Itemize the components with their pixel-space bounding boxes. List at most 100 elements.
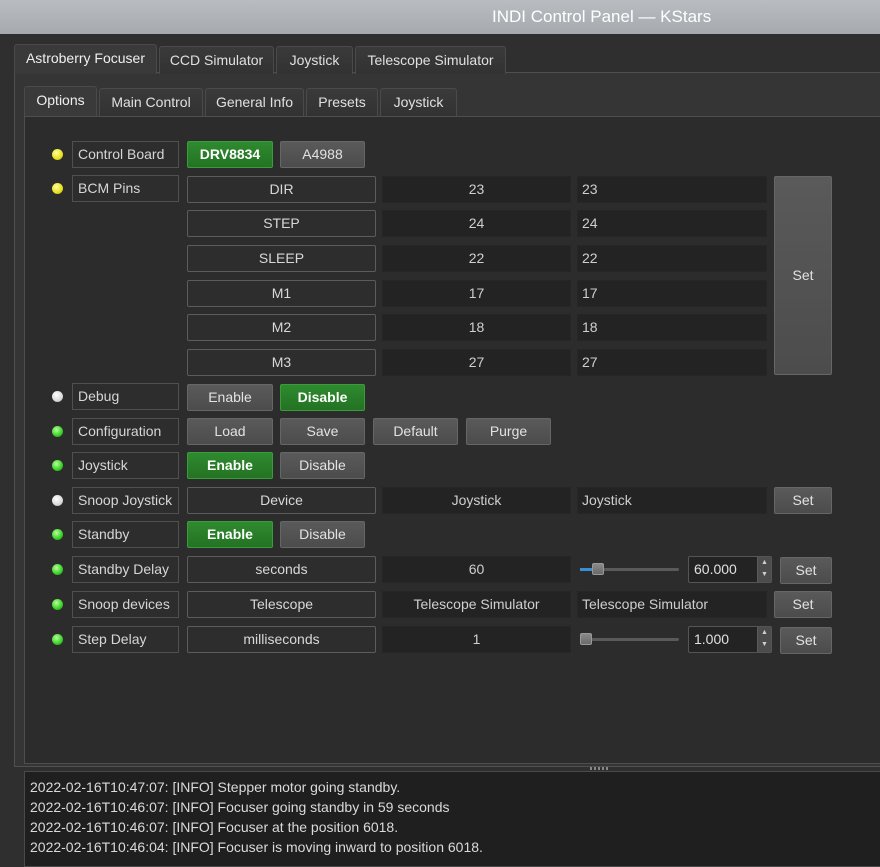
config-purge-button[interactable]: Purge	[466, 418, 551, 445]
drv8834-button[interactable]: DRV8834	[187, 141, 273, 168]
slider-handle[interactable]	[592, 563, 604, 575]
tab-label: Presets	[318, 94, 366, 110]
element-current-value: 1	[382, 626, 571, 653]
standby-delay-spinbox[interactable]: 60.000 ▲ ▼	[688, 556, 772, 583]
step-delay-set-button[interactable]: Set	[780, 627, 832, 654]
element-current-value: Joystick	[382, 487, 571, 514]
property-label: Standby Delay	[72, 556, 179, 583]
tab-label: Telescope Simulator	[367, 52, 494, 68]
status-led	[52, 460, 63, 471]
property-label: Debug	[72, 383, 179, 410]
config-default-button[interactable]: Default	[373, 418, 458, 445]
tab-label: Joystick	[393, 94, 444, 110]
log-line: 2022-02-16T10:46:07: [INFO] Focuser goin…	[30, 799, 450, 815]
property-label: Step Delay	[72, 626, 179, 653]
pin-name: STEP	[187, 210, 376, 237]
pin-current-value: 18	[382, 314, 571, 341]
tab-telescope-simulator[interactable]: Telescope Simulator	[355, 46, 506, 74]
snoop-devices-set-button[interactable]: Set	[774, 591, 832, 618]
splitter-handle[interactable]	[590, 767, 610, 770]
snoop-joystick-input[interactable]: Joystick	[577, 487, 767, 514]
status-led	[52, 599, 63, 610]
pin-name: DIR	[187, 176, 376, 203]
tab-main-control[interactable]: Main Control	[99, 88, 203, 116]
tab-label: Main Control	[111, 94, 191, 110]
pin-name: M1	[187, 280, 376, 307]
spinbox-arrows[interactable]: ▲ ▼	[757, 627, 771, 652]
slider-handle[interactable]	[580, 633, 592, 645]
window-title: INDI Control Panel — KStars	[492, 7, 712, 26]
pin-name: M3	[187, 349, 376, 376]
tab-label: Options	[36, 92, 85, 108]
property-label: Joystick	[72, 452, 179, 479]
property-label: Standby	[72, 521, 179, 548]
tab-label: CCD Simulator	[169, 52, 264, 68]
property-label: Control Board	[72, 141, 179, 168]
property-label: Configuration	[72, 418, 179, 445]
step-delay-spinbox[interactable]: 1.000 ▲ ▼	[688, 626, 772, 653]
log-line: 2022-02-16T10:46:07: [INFO] Focuser at t…	[30, 819, 399, 835]
status-led	[52, 495, 63, 506]
joystick-enable-button[interactable]: Enable	[187, 452, 273, 479]
a4988-button[interactable]: A4988	[280, 141, 365, 168]
tab-ccd-simulator[interactable]: CCD Simulator	[159, 46, 274, 74]
bcm-pins-set-button[interactable]: Set	[774, 176, 832, 375]
pin-input-field[interactable]: 22	[577, 245, 767, 272]
message-log[interactable]: 2022-02-16T10:47:07: [INFO] Stepper moto…	[24, 771, 880, 867]
spin-up-icon[interactable]: ▲	[758, 557, 771, 569]
standby-delay-set-button[interactable]: Set	[780, 557, 832, 584]
pin-name: M2	[187, 314, 376, 341]
config-save-button[interactable]: Save	[280, 418, 365, 445]
status-led	[52, 634, 63, 645]
snoop-devices-input[interactable]: Telescope Simulator	[577, 591, 767, 618]
status-led	[52, 529, 63, 540]
pin-input-field[interactable]: 18	[577, 314, 767, 341]
tab-label: Astroberry Focuser	[25, 50, 146, 66]
tab-label: Joystick	[289, 52, 340, 68]
tab-label: General Info	[215, 94, 294, 110]
spinbox-arrows[interactable]: ▲ ▼	[757, 557, 771, 582]
spin-down-icon[interactable]: ▼	[758, 569, 771, 581]
pin-current-value: 24	[382, 210, 571, 237]
joystick-disable-button[interactable]: Disable	[280, 452, 365, 479]
property-label: Snoop Joystick	[72, 487, 179, 514]
window-titlebar[interactable]: INDI Control Panel — KStars	[0, 0, 880, 34]
step-delay-slider[interactable]	[580, 638, 679, 641]
pin-input-field[interactable]: 23	[577, 176, 767, 203]
element-name: milliseconds	[187, 626, 376, 653]
element-current-value: Telescope Simulator	[382, 591, 571, 618]
element-name: Device	[187, 487, 376, 514]
spinbox-value: 60.000	[694, 561, 737, 577]
pin-current-value: 22	[382, 245, 571, 272]
property-label: BCM Pins	[72, 175, 179, 202]
debug-disable-button[interactable]: Disable	[280, 384, 365, 411]
status-led	[52, 426, 63, 437]
tab-joystick-group[interactable]: Joystick	[380, 88, 457, 116]
status-led	[52, 149, 63, 160]
snoop-joystick-set-button[interactable]: Set	[774, 487, 832, 514]
element-name: seconds	[187, 556, 376, 583]
pin-input-field[interactable]: 27	[577, 349, 767, 376]
standby-enable-button[interactable]: Enable	[187, 521, 273, 548]
tab-astroberry-focuser[interactable]: Astroberry Focuser	[14, 44, 157, 74]
status-led	[52, 183, 63, 194]
spinbox-value: 1.000	[694, 631, 730, 647]
pin-input-field[interactable]: 24	[577, 210, 767, 237]
status-led	[52, 391, 63, 402]
spin-down-icon[interactable]: ▼	[758, 639, 771, 651]
standby-disable-button[interactable]: Disable	[280, 521, 365, 548]
status-led	[52, 564, 63, 575]
element-name: Telescope	[187, 591, 376, 618]
tab-joystick-device[interactable]: Joystick	[276, 46, 353, 74]
tab-general-info[interactable]: General Info	[205, 88, 304, 116]
config-load-button[interactable]: Load	[187, 418, 273, 445]
debug-enable-button[interactable]: Enable	[187, 384, 273, 411]
pin-current-value: 17	[382, 280, 571, 307]
pin-current-value: 23	[382, 176, 571, 203]
pin-input-field[interactable]: 17	[577, 280, 767, 307]
pin-name: SLEEP	[187, 245, 376, 272]
tab-presets[interactable]: Presets	[306, 88, 378, 116]
log-line: 2022-02-16T10:46:04: [INFO] Focuser is m…	[30, 839, 483, 855]
spin-up-icon[interactable]: ▲	[758, 627, 771, 639]
tab-options[interactable]: Options	[24, 86, 97, 116]
